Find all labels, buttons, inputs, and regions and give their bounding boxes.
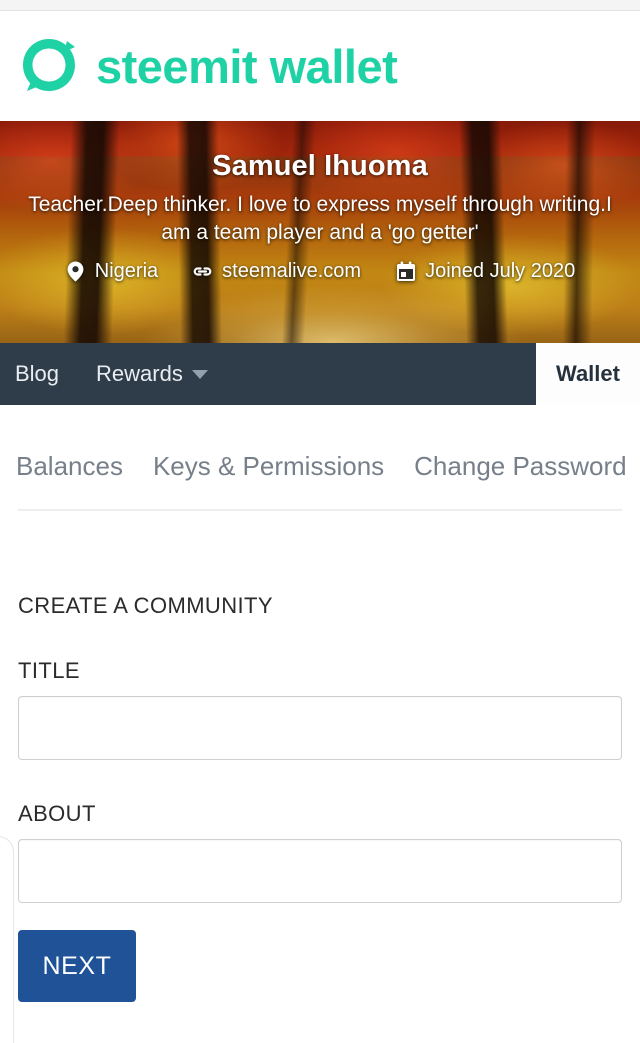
profile-location: Nigeria [65, 260, 158, 283]
title-input[interactable] [18, 696, 622, 760]
profile-meta-row: Nigeria steemalive.com Joined July 2020 [65, 260, 575, 283]
nav-item-wallet-label: Wallet [556, 361, 620, 386]
about-input[interactable] [18, 839, 622, 903]
profile-about: Teacher.Deep thinker. I love to express … [28, 192, 612, 244]
steemit-speech-bubble-logo-icon[interactable] [18, 35, 80, 97]
profile-website-label: steemalive.com [222, 260, 362, 283]
field-title-label: TITLE [18, 658, 80, 683]
profile-name: Samuel Ihuoma [212, 150, 428, 182]
profile-joined-label: Joined July 2020 [425, 260, 576, 283]
tab-keys-and-permissions[interactable]: Keys & Permissions [153, 453, 384, 479]
nav-item-rewards-label: Rewards [96, 361, 183, 386]
form-actions: NEXT [18, 930, 622, 1002]
wallet-subtabs: Balances Keys & Permissions Change Passw… [0, 405, 640, 519]
browser-top-strip [0, 0, 640, 11]
form-heading: CREATE A COMMUNITY [18, 593, 273, 618]
chevron-down-icon [191, 369, 208, 379]
steemit-wallet-page: steemit wallet Samuel Ihuoma Teacher.Dee… [0, 0, 640, 1043]
nav-item-wallet[interactable]: Wallet [536, 343, 640, 405]
profile-navbar: Blog Rewards Wallet [0, 343, 640, 405]
brand-header: steemit wallet [0, 11, 640, 121]
field-title: TITLE [18, 660, 622, 760]
profile-location-label: Nigeria [94, 260, 159, 283]
brand-name: steemit wallet [96, 39, 398, 93]
location-pin-icon [65, 261, 86, 282]
nav-item-rewards[interactable]: Rewards [96, 361, 230, 387]
tab-balances[interactable]: Balances [16, 453, 123, 479]
create-community-form: CREATE A COMMUNITY TITLE ABOUT NEXT [0, 519, 640, 1043]
tab-change-password[interactable]: Change Password [414, 453, 626, 479]
calendar-icon [395, 261, 416, 282]
field-about: ABOUT [18, 803, 622, 903]
field-about-label: ABOUT [18, 801, 96, 826]
nav-item-blog-label: Blog [15, 361, 60, 386]
next-button[interactable]: NEXT [18, 930, 136, 1002]
profile-joined: Joined July 2020 [395, 260, 575, 283]
profile-cover: Samuel Ihuoma Teacher.Deep thinker. I lo… [0, 121, 640, 343]
link-icon [192, 261, 213, 282]
profile-website[interactable]: steemalive.com [192, 260, 361, 283]
subtabs-divider [18, 509, 622, 511]
nav-item-blog[interactable]: Blog [15, 361, 81, 387]
